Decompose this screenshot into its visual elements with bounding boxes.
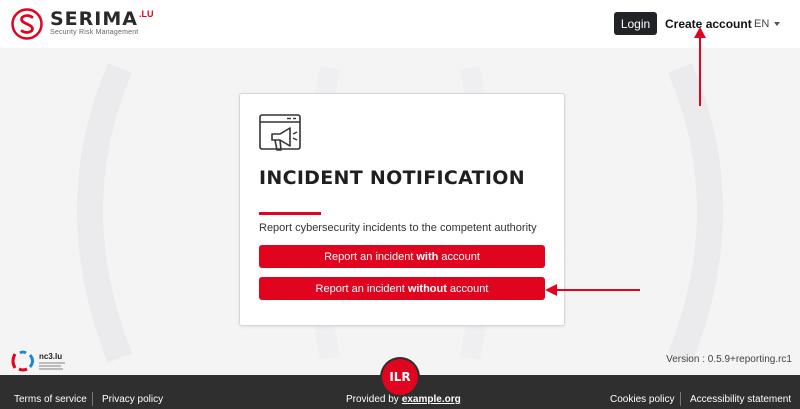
button-text-pre: Report an incident xyxy=(315,282,405,295)
incident-notification-card: INCIDENT NOTIFICATION Report cybersecuri… xyxy=(239,93,565,326)
nc3-logo-icon xyxy=(11,350,34,372)
privacy-policy-link[interactable]: Privacy policy xyxy=(102,394,163,405)
login-button[interactable]: Login xyxy=(614,12,657,35)
button-text-post: account xyxy=(441,250,480,263)
footer-divider xyxy=(92,392,93,406)
provider-link[interactable]: example.org xyxy=(402,394,461,405)
create-account-link[interactable]: Create account xyxy=(665,12,752,35)
brand-logo[interactable]: SERIMA.LU Security Risk Management xyxy=(10,6,154,42)
chevron-down-icon xyxy=(774,21,781,26)
megaphone-window-icon xyxy=(259,114,301,151)
cookies-policy-link[interactable]: Cookies policy xyxy=(610,394,674,405)
footer-divider xyxy=(680,392,681,406)
report-without-account-button[interactable]: Report an incident without account xyxy=(259,277,545,300)
partner-name: nc3.lu xyxy=(39,351,63,361)
report-with-account-button[interactable]: Report an incident with account xyxy=(259,245,545,268)
brand-tagline: Security Risk Management xyxy=(50,29,139,36)
button-text-post: account xyxy=(449,282,489,295)
ilr-badge[interactable]: ILR xyxy=(382,359,418,395)
nc3-partner-logo[interactable]: nc3.lu xyxy=(10,350,67,372)
title-underline xyxy=(259,212,321,215)
card-description: Report cybersecurity incidents to the co… xyxy=(259,222,537,234)
top-header: SERIMA.LU Security Risk Management Login… xyxy=(0,0,800,48)
language-selector[interactable]: EN xyxy=(754,12,781,35)
button-text-bold: with xyxy=(416,250,439,263)
card-title: INCIDENT NOTIFICATION xyxy=(259,167,525,189)
button-text-bold: without xyxy=(407,282,447,295)
terms-of-service-link[interactable]: Terms of service xyxy=(14,394,87,405)
accessibility-statement-link[interactable]: Accessibility statement xyxy=(690,394,791,405)
version-label: Version : 0.5.9+reporting.rc1 xyxy=(666,354,792,365)
partner-subtext-lines xyxy=(39,361,67,370)
button-text-pre: Report an incident xyxy=(324,250,414,263)
brand-suffix: .LU xyxy=(138,9,154,19)
language-label: EN xyxy=(754,17,770,30)
provided-by-label: Provided by xyxy=(346,394,399,405)
brand-name: SERIMA xyxy=(50,8,138,30)
provided-by: Provided by example.org xyxy=(346,394,461,405)
serima-logo-icon xyxy=(11,8,43,40)
